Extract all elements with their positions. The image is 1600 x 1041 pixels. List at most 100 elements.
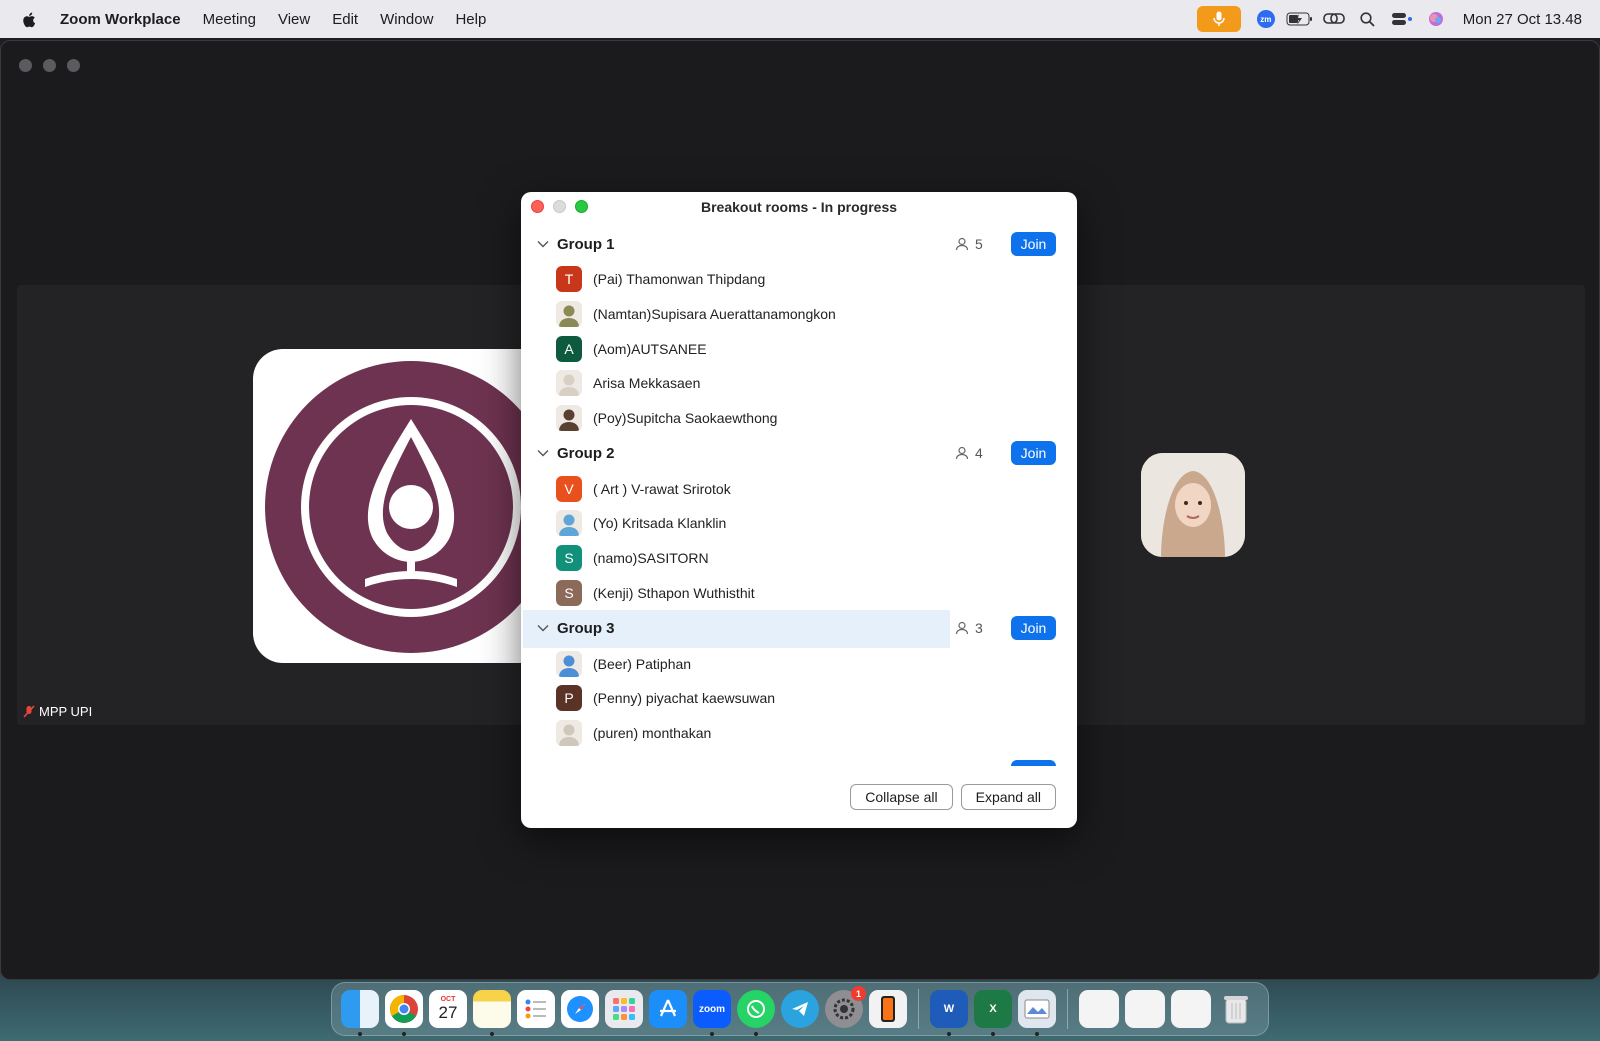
whatsapp-icon[interactable]	[737, 990, 775, 1036]
participants-count-icon	[955, 622, 969, 635]
expand-all-button[interactable]: Expand all	[960, 784, 1056, 810]
group-count-value: 3	[975, 620, 983, 637]
window-traffic-lights[interactable]	[19, 59, 80, 72]
notes-icon[interactable]	[473, 990, 511, 1036]
iphone-mirroring-icon[interactable]	[869, 990, 907, 1028]
telegram-icon[interactable]	[781, 990, 819, 1028]
system-settings-icon[interactable]: 1	[825, 986, 866, 1028]
participant-name: (Namtan)Supisara Auerattanamongkon	[593, 306, 836, 323]
control-center-icon[interactable]	[1385, 0, 1419, 38]
screen-mirroring-icon[interactable]	[1317, 0, 1351, 38]
participant-tile-logo[interactable]	[253, 349, 553, 663]
dialog-footer: Collapse all Expand all	[521, 766, 1077, 828]
collapse-all-button[interactable]: Collapse all	[850, 784, 953, 810]
join-button[interactable]: Join	[1011, 232, 1056, 256]
group-participant-count: 4	[955, 445, 983, 461]
menu-clock[interactable]: Mon 27 Oct 13.48	[1453, 11, 1600, 28]
participant-name: (Pai) Thamonwan Thipdang	[593, 271, 766, 288]
chevron-down-icon[interactable]	[535, 236, 551, 252]
breakout-group-row-partial[interactable]	[521, 750, 1077, 766]
avatar: S	[556, 545, 582, 572]
dialog-traffic-lights	[531, 200, 588, 213]
apple-menu-icon[interactable]	[0, 9, 60, 30]
breakout-rooms-dialog: Breakout rooms - In progress Group 1 5 Joi…	[521, 192, 1077, 828]
participant-name: (Kenji) Sthapon Wuthisthit	[593, 584, 755, 601]
participants-count-icon	[955, 237, 969, 251]
avatar: A	[556, 335, 582, 362]
zoom-app-icon[interactable]: zoom	[693, 990, 731, 1036]
menu-view[interactable]: View	[267, 11, 321, 28]
dock: OCT 27 zoom 1 W X	[331, 982, 1269, 1036]
zoom-status-icon[interactable]: zm	[1249, 0, 1283, 38]
group-name: Group 3	[557, 619, 615, 637]
breakout-group-row[interactable]: Group 3 3 Join	[521, 610, 1077, 649]
participant-list-item: S (namo)SASITORN	[521, 541, 1077, 576]
avatar	[556, 510, 582, 537]
breakout-room-list[interactable]: Group 1 5 Join T (Pai) Thamonwan Thipdang (Na…	[521, 226, 1077, 766]
menu-meeting[interactable]: Meeting	[192, 11, 267, 28]
participant-name: (puren) monthakan	[593, 724, 712, 741]
participant-name: (Penny) piyachat kaewsuwan	[593, 690, 776, 707]
participant-list-item: S (Kenji) Sthapon Wuthisthit	[521, 576, 1077, 611]
participant-name-tag: MPP UPI	[23, 704, 92, 719]
menu-edit[interactable]: Edit	[321, 11, 369, 28]
menu-app-name[interactable]: Zoom Workplace	[60, 11, 192, 28]
join-button[interactable]: Join	[1011, 441, 1056, 466]
recent-document-3-icon[interactable]	[1171, 990, 1211, 1028]
breakout-group-row[interactable]: Group 1 5 Join	[521, 226, 1077, 262]
menu-window[interactable]: Window	[369, 11, 444, 28]
window-zoom-button[interactable]	[67, 59, 80, 72]
excel-icon[interactable]: X	[974, 990, 1012, 1036]
zoom-app-label: zoom	[698, 1003, 726, 1015]
dialog-close-button[interactable]	[531, 200, 544, 213]
join-button[interactable]: Join	[1011, 616, 1056, 641]
chrome-icon[interactable]	[385, 990, 423, 1036]
participant-list-item: A (Aom)AUTSANEE	[521, 331, 1077, 366]
dialog-title: Breakout rooms - In progress	[700, 199, 898, 215]
participant-list-item: (Yo) Kritsada Klanklin	[521, 506, 1077, 541]
window-close-button[interactable]	[19, 59, 32, 72]
battery-icon[interactable]	[1283, 0, 1317, 38]
preview-icon[interactable]	[1018, 990, 1056, 1036]
upi-emblem-logo	[265, 361, 553, 653]
participant-list-item: T (Pai) Thamonwan Thipdang	[521, 262, 1077, 297]
participant-list-item: V ( Art ) V-rawat Srirotok	[521, 471, 1077, 506]
group-participant-count: 5	[955, 236, 983, 252]
chevron-down-icon[interactable]	[535, 445, 551, 461]
chevron-down-icon[interactable]	[535, 620, 551, 636]
group-name: Group 1	[557, 235, 615, 253]
participant-list-item: (Beer) Patiphan	[521, 646, 1077, 681]
microphone-in-use-icon[interactable]	[1196, 6, 1241, 32]
participant-tile-avatar[interactable]	[1141, 453, 1245, 557]
dialog-zoom-button[interactable]	[575, 200, 588, 213]
window-minimize-button[interactable]	[43, 59, 56, 72]
recent-document-2-icon[interactable]	[1125, 990, 1165, 1028]
menu-help[interactable]: Help	[444, 11, 497, 28]
participant-list-item: (Poy)Supitcha Saokaewthong	[521, 401, 1077, 436]
calendar-day: 27	[438, 1002, 458, 1022]
participant-name: (namo)SASITORN	[593, 550, 709, 567]
avatar: S	[556, 579, 582, 606]
avatar: P	[556, 685, 582, 712]
participant-list-item: Arisa Mekkasaen	[521, 366, 1077, 401]
siri-icon[interactable]	[1419, 0, 1453, 38]
participant-photo	[1141, 453, 1245, 557]
breakout-group-row[interactable]: Group 2 4 Join	[521, 435, 1077, 471]
app-store-icon[interactable]	[649, 990, 687, 1028]
participant-name: Arisa Mekkasaen	[593, 375, 701, 392]
group-count-value: 4	[975, 445, 983, 462]
finder-icon[interactable]	[341, 990, 379, 1036]
avatar	[556, 301, 582, 328]
safari-icon[interactable]	[561, 990, 599, 1028]
recent-document-1-icon[interactable]	[1079, 990, 1119, 1028]
dialog-minimize-button	[553, 200, 566, 213]
participant-name: (Beer) Patiphan	[593, 655, 692, 672]
reminders-icon[interactable]	[517, 990, 555, 1028]
trash-icon[interactable]	[1217, 990, 1255, 1028]
avatar: V	[556, 475, 582, 502]
dialog-titlebar[interactable]: Breakout rooms - In progress	[521, 192, 1077, 222]
search-icon[interactable]	[1351, 0, 1385, 38]
launchpad-icon[interactable]	[605, 990, 643, 1028]
word-icon[interactable]: W	[930, 990, 968, 1036]
calendar-icon[interactable]: OCT 27	[429, 990, 467, 1028]
